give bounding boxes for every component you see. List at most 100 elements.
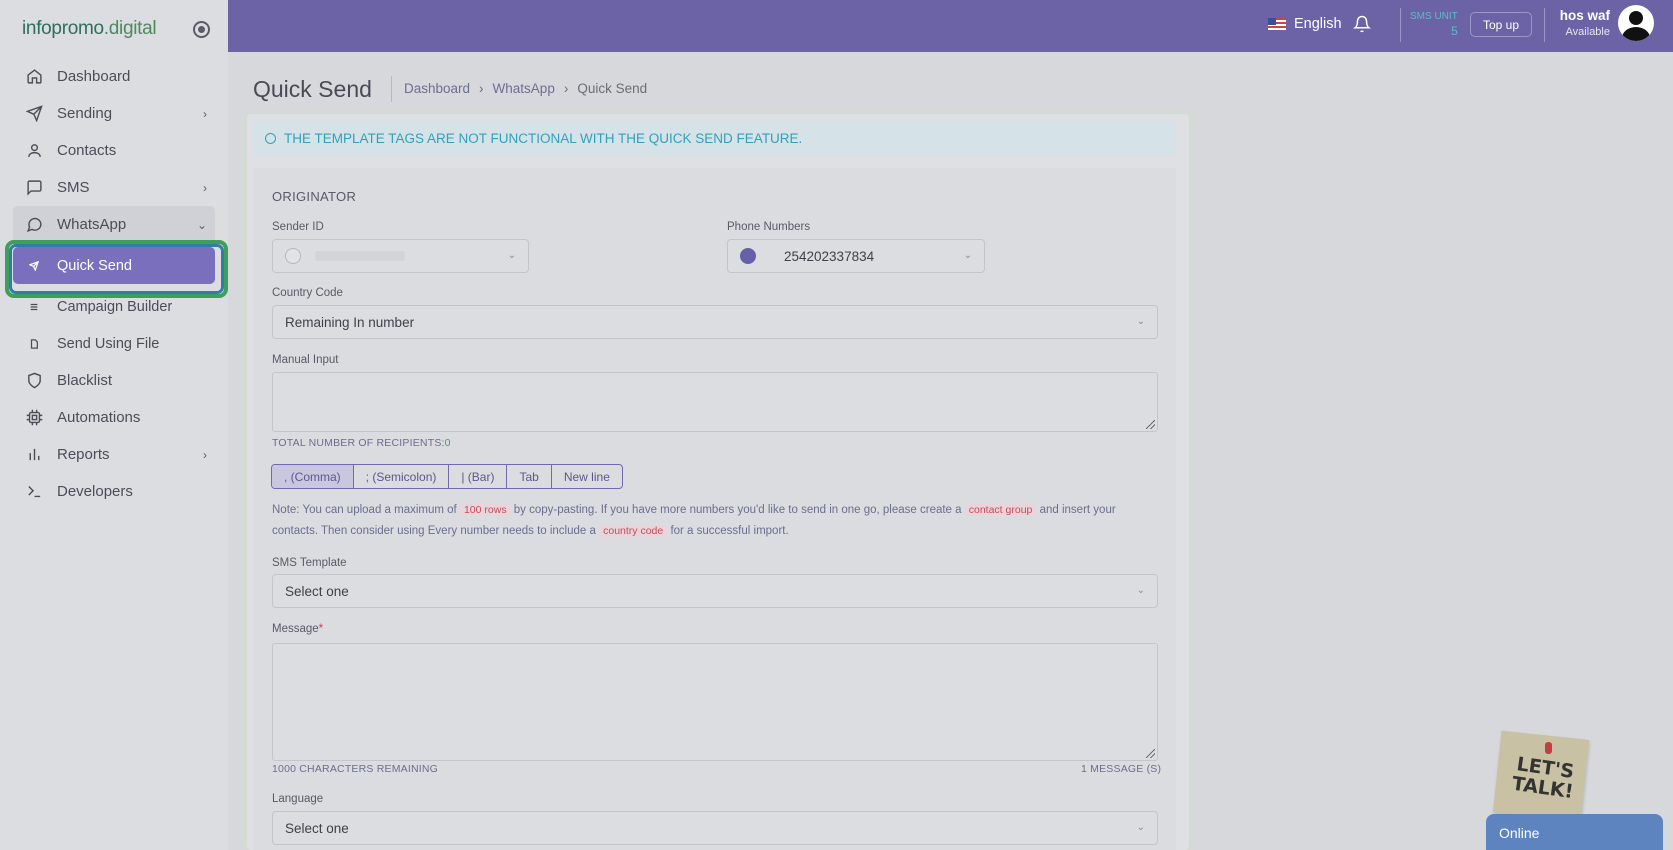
sms-template-select[interactable]: Select one ⌄ — [272, 574, 1158, 608]
sidebar-item-label: Blacklist — [57, 372, 113, 389]
layers-icon — [29, 302, 39, 312]
sidebar-item-developers[interactable]: Developers — [13, 473, 215, 510]
message-count: 1 MESSAGE (S) — [1081, 763, 1162, 775]
chevron-down-icon: ⌄ — [196, 218, 207, 232]
phone-numbers-select[interactable]: 254202337834 ⌄ — [727, 239, 985, 273]
chevron-right-icon: › — [563, 81, 569, 96]
sidebar-toggle-icon[interactable] — [193, 21, 210, 38]
page-title: Quick Send — [253, 76, 372, 102]
shield-icon — [26, 372, 43, 389]
sidebar-item-quick-send[interactable]: Quick Send — [13, 247, 215, 284]
chevron-down-icon: ⌄ — [1136, 316, 1145, 327]
user-name: hos waf — [1559, 8, 1610, 23]
message-textarea[interactable] — [272, 643, 1158, 761]
phone-numbers-label: Phone Numbers — [727, 221, 811, 233]
user-info[interactable]: hos waf Available — [1520, 8, 1610, 40]
upload-note: Note: You can upload a maximum of 100 ro… — [272, 500, 1152, 542]
language-value: Select one — [285, 820, 349, 836]
separator-tab-button[interactable]: Tab — [507, 465, 552, 488]
message-square-icon — [26, 179, 43, 196]
topbar: English SMS UNIT 5 Top up hos waf Availa… — [228, 0, 1673, 52]
sidebar-item-sending[interactable]: Sending › — [13, 95, 215, 132]
separator-newline-button[interactable]: New line — [552, 465, 622, 488]
file-icon — [29, 339, 39, 349]
sidebar-item-label: Campaign Builder — [57, 298, 173, 315]
characters-remaining: 1000 CHARACTERS REMAINING — [272, 763, 439, 775]
sidebar-item-whatsapp[interactable]: WhatsApp ⌄ — [13, 206, 215, 243]
send-small-icon — [29, 261, 39, 271]
terminal-icon — [26, 483, 43, 500]
recipients-value: 0 — [444, 437, 451, 449]
sidebar-item-label: WhatsApp — [57, 216, 127, 233]
info-icon — [265, 133, 276, 144]
chat-status: Online — [1499, 825, 1540, 841]
breadcrumb: Dashboard › WhatsApp › Quick Send — [404, 81, 647, 96]
chevron-down-icon: ⌄ — [1136, 585, 1145, 596]
sidebar-item-label: Reports — [57, 446, 110, 463]
message-circle-icon — [26, 216, 43, 233]
breadcrumb-whatsapp[interactable]: WhatsApp — [493, 81, 555, 96]
required-marker: * — [318, 623, 324, 635]
home-icon — [26, 68, 43, 85]
sidebar-item-label: Contacts — [57, 142, 117, 159]
sender-radio-icon — [285, 248, 301, 264]
sms-template-label: SMS Template — [272, 557, 347, 569]
recipients-count: TOTAL NUMBER OF RECIPIENTS:0 — [272, 437, 451, 449]
chevron-right-icon: › — [203, 107, 207, 121]
separator-semicolon-button[interactable]: ; (Semicolon) — [354, 465, 450, 488]
sidebar-item-sms[interactable]: SMS › — [13, 169, 215, 206]
sidebar-item-automations[interactable]: Automations — [13, 399, 215, 436]
note-tag-rows: 100 rows — [459, 504, 511, 516]
note-text: by copy-pasting. If you have more number… — [513, 504, 962, 516]
note-text: for a successful import. — [670, 525, 789, 537]
chevron-right-icon: › — [203, 448, 207, 462]
chevron-down-icon: ⌄ — [1136, 822, 1145, 833]
sms-unit-value: 5 — [1451, 24, 1458, 38]
avatar[interactable] — [1618, 5, 1654, 41]
sidebar-nav: Dashboard Sending › Contacts SMS › Whats… — [13, 58, 215, 510]
separator-bar-button[interactable]: | (Bar) — [449, 465, 508, 488]
brand-logo[interactable]: infopromo.digital — [22, 18, 157, 40]
pin-icon — [1545, 742, 1552, 754]
info-alert: THE TEMPLATE TAGS ARE NOT FUNCTIONAL WIT… — [253, 121, 1176, 156]
sender-id-value — [315, 251, 405, 261]
sidebar-item-campaign-builder[interactable]: Campaign Builder — [13, 288, 215, 325]
manual-input-textarea[interactable] — [272, 372, 1158, 432]
note-text: Note: You can upload a maximum of — [272, 504, 457, 516]
phone-radio-icon — [740, 248, 756, 264]
sidebar-item-send-using-file[interactable]: Send Using File — [13, 325, 215, 362]
chat-widget-bar[interactable]: Online — [1486, 814, 1663, 850]
sidebar-item-label: Developers — [57, 483, 133, 500]
language-switcher[interactable]: English — [1268, 16, 1342, 32]
section-title-originator: ORIGINATOR — [272, 189, 357, 204]
country-code-select[interactable]: Remaining In number ⌄ — [272, 305, 1158, 339]
bar-chart-icon — [26, 446, 43, 463]
sidebar-item-dashboard[interactable]: Dashboard — [13, 58, 215, 95]
separator-comma-button[interactable]: , (Comma) — [272, 465, 354, 488]
cpu-icon — [26, 409, 43, 426]
chevron-right-icon: › — [479, 81, 484, 96]
sms-template-value: Select one — [285, 583, 349, 599]
chevron-down-icon: ⌄ — [507, 250, 516, 261]
note-tag-contact-group: contact group — [964, 504, 1037, 516]
sms-unit-balance: SMS UNIT 5 — [1410, 10, 1458, 38]
sidebar-item-label: SMS — [57, 179, 90, 196]
send-icon — [26, 105, 43, 122]
sidebar-item-reports[interactable]: Reports › — [13, 436, 215, 473]
alert-text: THE TEMPLATE TAGS ARE NOT FUNCTIONAL WIT… — [284, 131, 803, 146]
sidebar-item-contacts[interactable]: Contacts — [13, 132, 215, 169]
chevron-down-icon: ⌄ — [963, 250, 972, 261]
language-select[interactable]: Select one ⌄ — [272, 811, 1158, 845]
manual-input-label: Manual Input — [272, 354, 339, 366]
lets-talk-text: LET'S TALK! — [1510, 753, 1576, 804]
sidebar-item-label: Send Using File — [57, 335, 160, 352]
breadcrumb-dashboard[interactable]: Dashboard — [404, 81, 470, 96]
sidebar-item-blacklist[interactable]: Blacklist — [13, 362, 215, 399]
bell-icon[interactable] — [1352, 15, 1372, 33]
sidebar-item-label: Quick Send — [57, 257, 132, 274]
sidebar-item-label: Dashboard — [57, 68, 131, 85]
sender-id-select[interactable]: ⌄ — [272, 239, 529, 273]
note-tag-country-code: country code — [599, 525, 668, 537]
separator-toggle-group: , (Comma) ; (Semicolon) | (Bar) Tab New … — [271, 464, 623, 489]
sms-unit-label: SMS UNIT — [1410, 11, 1458, 22]
